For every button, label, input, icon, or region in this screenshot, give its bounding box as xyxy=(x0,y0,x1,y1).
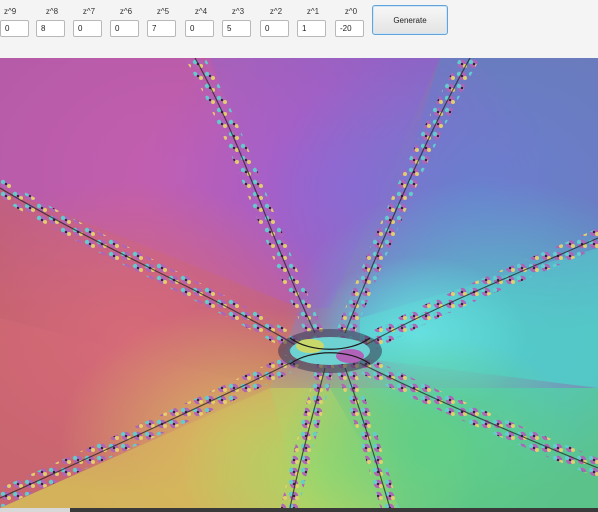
coefficient-z0-input[interactable] xyxy=(335,20,364,37)
coefficient-toolbar: z^9 z^8 z^7 z^6 z^5 z^4 z^3 z^2 xyxy=(0,0,598,58)
coefficient-z4: z^4 xyxy=(185,6,217,37)
coefficient-z4-input[interactable] xyxy=(185,20,214,37)
coefficient-z2-input[interactable] xyxy=(260,20,289,37)
coefficient-z6: z^6 xyxy=(110,6,142,37)
coefficient-z9-input[interactable] xyxy=(0,20,29,37)
fractal-app-window: z^9 z^8 z^7 z^6 z^5 z^4 z^3 z^2 xyxy=(0,0,598,512)
coefficient-z6-input[interactable] xyxy=(110,20,139,37)
coefficient-z1: z^1 xyxy=(297,6,329,37)
coefficient-z2: z^2 xyxy=(260,6,292,37)
coefficient-label: z^0 xyxy=(344,7,358,16)
coefficient-z3-input[interactable] xyxy=(222,20,251,37)
coefficient-z7: z^7 xyxy=(73,6,105,37)
coefficient-label: z^5 xyxy=(156,7,170,16)
fractal-center-knot xyxy=(278,329,382,373)
coefficient-z8: z^8 xyxy=(36,6,68,37)
coefficient-label: z^2 xyxy=(269,7,283,16)
fractal-image xyxy=(0,58,598,508)
coefficient-label: z^9 xyxy=(4,7,17,16)
coefficient-label: z^3 xyxy=(231,7,245,16)
fractal-canvas[interactable] xyxy=(0,58,598,508)
coefficient-z3: z^3 xyxy=(222,6,254,37)
coefficient-z5: z^5 xyxy=(147,6,179,37)
coefficient-z0: z^0 xyxy=(335,6,367,37)
scrollbar-thumb[interactable] xyxy=(0,508,70,512)
coefficient-z9: z^9 xyxy=(0,6,32,37)
horizontal-scrollbar[interactable] xyxy=(0,508,598,512)
coefficient-z7-input[interactable] xyxy=(73,20,102,37)
coefficient-z1-input[interactable] xyxy=(297,20,326,37)
coefficient-z8-input[interactable] xyxy=(36,20,65,37)
generate-button[interactable]: Generate xyxy=(372,5,448,35)
coefficient-label: z^4 xyxy=(194,7,208,16)
coefficient-label: z^1 xyxy=(306,7,320,16)
coefficient-label: z^7 xyxy=(82,7,96,16)
coefficient-label: z^6 xyxy=(119,7,133,16)
coefficient-z5-input[interactable] xyxy=(147,20,176,37)
coefficient-label: z^8 xyxy=(45,7,59,16)
